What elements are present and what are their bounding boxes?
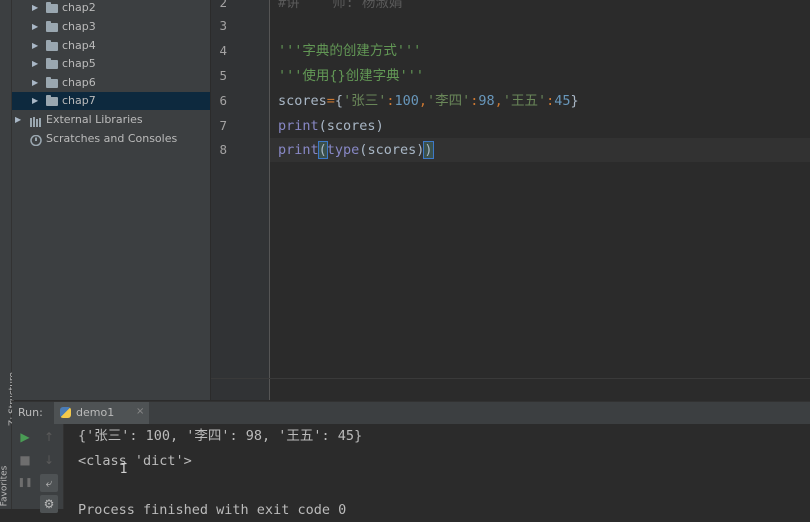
tree-item-chap4[interactable]: ▶ chap4 <box>12 37 210 55</box>
run-label: Run: <box>18 406 43 419</box>
identifier: scores <box>367 142 417 158</box>
expand-arrow-icon[interactable]: ▶ <box>32 55 38 73</box>
operator: , <box>494 93 503 109</box>
run-tab-label: demo1 <box>76 406 115 419</box>
tree-item-chap5[interactable]: ▶ chap5 <box>12 55 210 73</box>
console-exit-message: Process finished with exit code 0 <box>78 502 347 518</box>
editor-gutter: 2 3 4 5 6 7 8 <box>211 0 270 400</box>
scroll-up-icon[interactable]: ↑ <box>40 428 58 446</box>
scroll-down-icon[interactable]: ↓ <box>40 451 58 469</box>
expand-arrow-icon[interactable]: ▶ <box>32 37 38 55</box>
folder-icon <box>46 95 58 106</box>
line-number: 3 <box>219 18 227 33</box>
number-literal: 100 <box>394 93 419 109</box>
console-output-line: {'张三': 100, '李四': 98, '王五': 45} <box>78 428 363 444</box>
line-number: 4 <box>219 43 227 58</box>
tree-item-scratches[interactable]: Scratches and Consoles <box>12 130 210 148</box>
folder-icon <box>46 58 58 69</box>
brace: } <box>570 93 579 109</box>
library-icon <box>30 115 42 127</box>
tree-item-label: chap6 <box>62 76 96 89</box>
code-line-6: scores={'张三':100,'李四':98,'王五':45} <box>278 89 579 113</box>
favorites-tab-label: Favorites <box>0 465 10 507</box>
tree-item-label: chap4 <box>62 39 96 52</box>
code-line-7: print(scores) <box>278 114 384 138</box>
operator: = <box>326 93 335 109</box>
line-number: 5 <box>219 68 227 83</box>
tree-item-chap2[interactable]: ▶ chap2 <box>12 0 210 17</box>
line-number-current: 8 <box>219 142 227 157</box>
operator: , <box>418 93 427 109</box>
text-cursor-icon: I <box>120 462 128 477</box>
code-content[interactable]: #讲 师: 杨淑娟 '''字典的创建方式''' '''使用{}创建字典''' s… <box>270 0 810 400</box>
folder-icon <box>46 77 58 88</box>
matched-paren: ) <box>423 141 434 159</box>
run-tab-demo1[interactable]: demo1 × <box>54 402 149 424</box>
close-icon[interactable]: × <box>136 406 144 417</box>
left-tool-strip <box>0 0 12 509</box>
code-line-2: #讲 师: 杨淑娟 <box>278 0 403 11</box>
tree-item-chap6[interactable]: ▶ chap6 <box>12 74 210 92</box>
code-line-5: '''使用{}创建字典''' <box>278 68 425 84</box>
tree-item-label: chap2 <box>62 1 96 14</box>
expand-arrow-icon[interactable]: ▶ <box>32 92 38 110</box>
brace: { <box>334 93 344 109</box>
rerun-icon[interactable]: ▶ <box>16 428 34 446</box>
code-line-8: print(type(scores)) <box>278 138 434 162</box>
folder-icon <box>46 21 58 32</box>
folder-icon <box>46 2 58 13</box>
line-number: 6 <box>219 93 227 108</box>
favorites-tool-tab[interactable]: Favorites <box>0 465 11 509</box>
tree-item-external-libraries[interactable]: ▶ External Libraries <box>12 111 210 129</box>
string-literal: '张三' <box>343 93 387 109</box>
matched-paren: ( <box>317 141 328 159</box>
paren: ) <box>375 118 384 134</box>
tree-item-label: chap5 <box>62 57 96 70</box>
soft-wrap-icon[interactable]: ⤶ <box>40 474 58 492</box>
tree-item-label: Scratches and Consoles <box>46 132 178 145</box>
number-literal: 98 <box>478 93 495 109</box>
string-literal: '王五' <box>502 93 547 109</box>
number-literal: 45 <box>554 93 571 109</box>
builtin-function: print <box>278 142 319 158</box>
tree-item-chap3[interactable]: ▶ chap3 <box>12 18 210 36</box>
tree-item-label: chap3 <box>62 20 96 33</box>
code-line-4: '''字典的创建方式''' <box>278 43 422 59</box>
console-output-line: <class 'dict'> <box>78 453 192 469</box>
run-toolbar: ▶ ↑ ■ ↓ ❚❚ ⤶ ⚙ <box>12 424 64 513</box>
line-number: 2 <box>219 0 227 10</box>
stop-icon[interactable]: ■ <box>16 451 34 469</box>
string-literal: '李四' <box>427 93 471 109</box>
builtin-function: type <box>326 142 360 158</box>
python-icon <box>60 407 71 418</box>
tree-item-label: External Libraries <box>46 113 143 126</box>
expand-arrow-icon[interactable]: ▶ <box>15 111 21 129</box>
paren: ( <box>318 118 327 134</box>
identifier: scores <box>326 118 376 134</box>
project-tree-panel: ▶ chap2 ▶ chap3 ▶ chap4 ▶ chap5 ▶ chap6 … <box>12 0 211 400</box>
settings-icon[interactable]: ⚙ <box>40 495 58 513</box>
structure-tool-tab[interactable]: Z: Structure <box>0 372 18 426</box>
expand-arrow-icon[interactable]: ▶ <box>32 74 38 92</box>
tree-item-label: chap7 <box>62 94 96 107</box>
folder-icon <box>46 40 58 51</box>
builtin-function: print <box>278 118 319 134</box>
scratches-icon <box>30 134 42 147</box>
expand-arrow-icon[interactable]: ▶ <box>32 18 38 36</box>
tree-item-chap7[interactable]: ▶ chap7 <box>12 92 210 110</box>
operator: : <box>546 93 555 109</box>
expand-arrow-icon[interactable]: ▶ <box>32 0 38 17</box>
pause-icon[interactable]: ❚❚ <box>16 474 34 492</box>
run-panel-header: Run: demo1 × <box>12 401 810 424</box>
identifier: scores <box>278 93 327 109</box>
line-number: 7 <box>219 118 227 133</box>
run-console[interactable]: {'张三': 100, '李四': 98, '王五': 45} <class '… <box>64 424 810 518</box>
editor-divider <box>211 378 810 379</box>
